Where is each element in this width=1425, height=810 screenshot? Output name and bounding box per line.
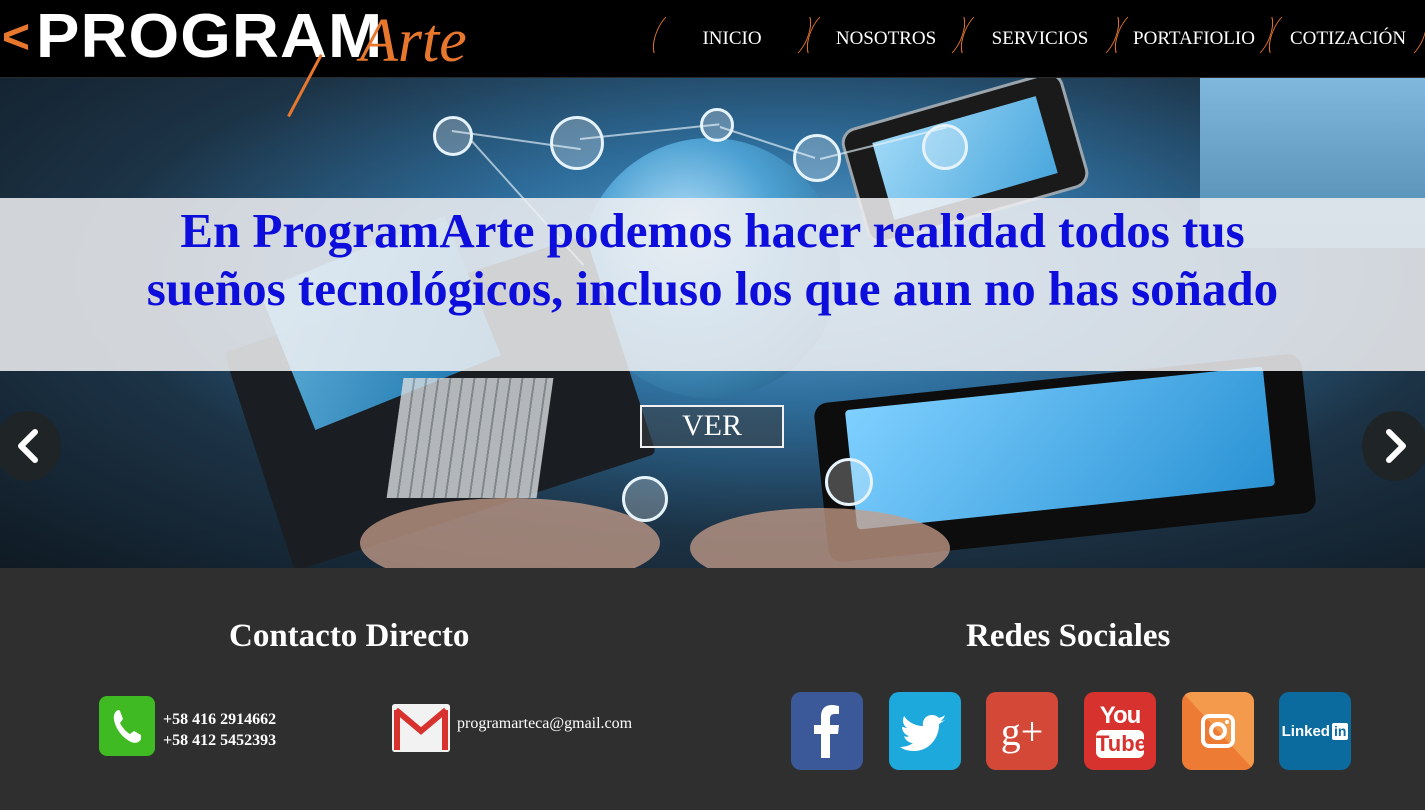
social-title: Redes Sociales [966, 618, 1171, 654]
slider-next-button[interactable] [1362, 411, 1425, 481]
linkedin-link[interactable]: Linked in [1279, 692, 1351, 770]
twitter-icon [900, 715, 947, 751]
google-plus-icon: g+ [1000, 709, 1044, 754]
logo-name: PROGRAM [36, 2, 384, 71]
facebook-icon [814, 705, 839, 758]
hero-slider: En ProgramArte podemos hacer realidad to… [0, 78, 1425, 568]
main-nav: INICIO NOSOTROS SERVICIOS PORTAFIOLIO CO… [647, 0, 1425, 78]
email-link[interactable]: programarteca@gmail.com [457, 715, 632, 733]
nav-label: INICIO [702, 28, 762, 49]
nav-item-inicio[interactable]: INICIO [647, 0, 817, 78]
ver-button[interactable]: VER [640, 405, 784, 448]
youtube-label-bottom-box: Tube [1096, 730, 1147, 758]
twitter-link[interactable] [889, 692, 961, 770]
phone-number[interactable]: +58 416 2914662 [163, 709, 276, 730]
hero-headline: En ProgramArte podemos hacer realidad to… [146, 203, 1279, 316]
network-node [793, 134, 841, 182]
instagram-link[interactable] [1182, 692, 1254, 770]
nav-arc-decoration [647, 12, 687, 58]
phone-icon [99, 696, 155, 756]
network-node [825, 458, 873, 506]
logo-suffix: Arte [360, 7, 467, 75]
facebook-link[interactable] [791, 692, 863, 770]
nav-label: NOSOTROS [835, 28, 937, 49]
hero-keyboard-image [386, 378, 554, 498]
youtube-label-top: You [1099, 702, 1142, 729]
gmail-icon [392, 704, 450, 752]
contact-title: Contacto Directo [229, 618, 470, 654]
nav-label: PORTAFIOLIO [1133, 28, 1255, 49]
google-plus-link[interactable]: g+ [986, 692, 1058, 770]
chevron-right-icon [1386, 429, 1406, 463]
nav-label: COTIZACIÓN [1289, 28, 1407, 49]
phone-number[interactable]: +58 412 5452393 [163, 730, 276, 751]
instagram-icon [1182, 692, 1254, 770]
linkedin-label-box: in [1331, 722, 1349, 740]
network-node [433, 116, 473, 156]
nav-label: SERVICIOS [991, 28, 1089, 49]
slider-prev-button[interactable] [0, 411, 61, 481]
youtube-link[interactable]: You Tube [1084, 692, 1156, 770]
network-node [700, 108, 734, 142]
site-header: < PROGRAM Arte INICIO NOSOTROS SERVICIOS… [0, 0, 1425, 78]
site-footer: Contacto Directo Redes Sociales +58 416 … [0, 568, 1425, 810]
linkedin-icon: Linked in [1281, 720, 1349, 742]
brand-logo[interactable]: < PROGRAM Arte [0, 0, 490, 78]
network-node [922, 124, 968, 170]
nav-item-servicios[interactable]: SERVICIOS [955, 0, 1125, 78]
phone-numbers: +58 416 2914662 +58 412 5452393 [163, 709, 276, 751]
linkedin-label: Linked [1281, 722, 1330, 740]
chevron-left-icon [18, 429, 38, 463]
nav-item-portafolio[interactable]: PORTAFIOLIO [1109, 0, 1279, 78]
logo-chevron: < [2, 11, 31, 64]
nav-item-cotizacion[interactable]: COTIZACIÓN [1263, 0, 1425, 78]
nav-item-nosotros[interactable]: NOSOTROS [801, 0, 971, 78]
network-node [550, 116, 604, 170]
network-node [622, 476, 668, 522]
